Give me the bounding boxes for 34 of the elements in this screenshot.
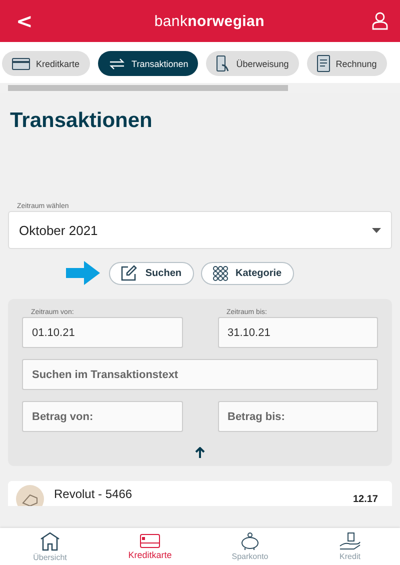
dots-grid-icon	[212, 266, 228, 280]
tab[interactable]: Kreditkarte	[2, 51, 90, 76]
hand-icon	[339, 532, 361, 550]
category-icon	[16, 485, 44, 506]
logo: banknorwegian	[153, 12, 264, 30]
amount-field[interactable]: Betrag bis:	[218, 401, 378, 432]
tab[interactable]: Transaktionen	[98, 51, 198, 76]
piggy-bank-icon	[239, 532, 261, 550]
card-icon	[12, 58, 30, 70]
nav-item[interactable]: Kreditkarte	[100, 528, 200, 565]
merchant-name: Revolut - 5466	[54, 487, 132, 501]
house-icon	[40, 531, 60, 551]
action-button[interactable]: Kategorie	[200, 262, 294, 284]
back-button[interactable]: <	[12, 9, 37, 33]
collapse-icon[interactable]	[195, 447, 205, 458]
date-field[interactable]: 01.10.21	[22, 317, 182, 348]
action-button[interactable]: Suchen	[109, 262, 194, 284]
tab[interactable]: Überweisung	[206, 51, 299, 76]
search-field[interactable]: Suchen im Transaktionstext	[22, 359, 378, 390]
edit-icon	[121, 265, 138, 281]
caret-icon	[372, 228, 381, 232]
arrow-icon	[66, 261, 100, 285]
amount-field[interactable]: Betrag von:	[22, 401, 182, 432]
card-icon	[140, 534, 160, 548]
arrows-icon	[108, 58, 126, 70]
tab[interactable]: Rechnung	[306, 51, 387, 76]
user-icon[interactable]	[372, 12, 388, 30]
document-icon	[316, 55, 330, 72]
page-title: Transaktionen	[10, 109, 154, 134]
amount: 12.17	[352, 494, 378, 505]
transaction-card[interactable]: Revolut - 5466 12.17	[8, 481, 392, 506]
date-field[interactable]: 31.10.21	[218, 317, 378, 348]
phone-icon	[216, 54, 230, 72]
period-select[interactable]: Oktober 2021	[8, 211, 392, 249]
